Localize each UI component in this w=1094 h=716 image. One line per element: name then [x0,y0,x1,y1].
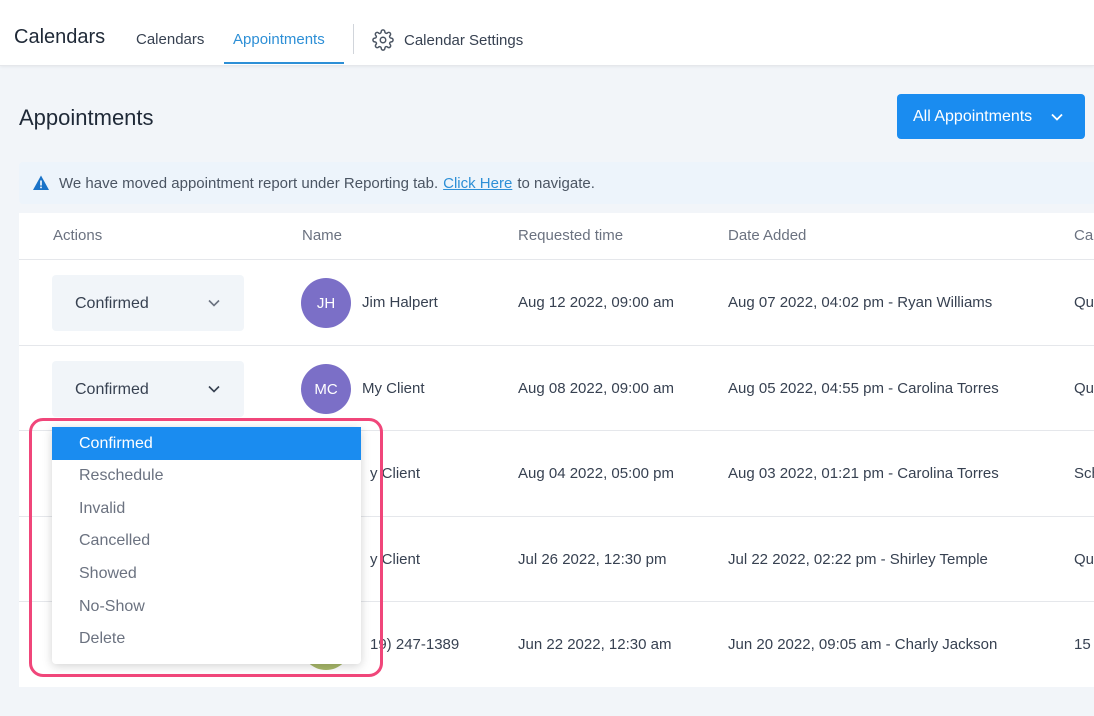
status-option-cancelled[interactable]: Cancelled [52,524,361,557]
requested-time: Aug 08 2022, 09:00 am [518,380,674,397]
date-added: Jul 22 2022, 02:22 pm - Shirley Temple [728,551,988,568]
banner-link[interactable]: Click Here [443,175,512,192]
banner-text-after: to navigate. [517,174,595,192]
info-banner: We have moved appointment report under R… [19,162,1094,204]
status-option-showed[interactable]: Showed [52,557,361,590]
calendar-name: 15 [1074,636,1091,653]
contact-name[interactable]: y Client [370,551,420,568]
top-navigation-bar: Calendars Calendars Appointments Calenda… [0,0,1094,66]
contact-name[interactable]: Jim Halpert [362,294,438,311]
status-option-invalid[interactable]: Invalid [52,492,361,525]
column-header-requested-time[interactable]: Requested time [518,227,623,244]
all-appointments-filter-button[interactable]: All Appointments [897,94,1085,139]
table-row: Confirmed MC My Client Aug 08 2022, 09:0… [19,345,1094,430]
avatar: JH [301,278,351,328]
column-header-name[interactable]: Name [302,227,342,244]
column-header-actions: Actions [53,227,103,244]
date-added: Aug 07 2022, 04:02 pm - Ryan Williams [728,294,993,311]
column-header-date-added[interactable]: Date Added [728,227,806,244]
tab-appointments[interactable]: Appointments [233,31,325,48]
avatar: MC [301,364,351,414]
column-header-calendar[interactable]: Cal [1074,227,1094,244]
banner-text: We have moved appointment report under R… [59,174,439,192]
table-row: Confirmed JH Jim Halpert Aug 12 2022, 09… [19,259,1094,344]
filter-button-label: All Appointments [913,107,1033,125]
warning-icon [33,175,49,190]
status-dropdown-menu: Confirmed Reschedule Invalid Cancelled S… [52,427,361,664]
date-added: Aug 03 2022, 01:21 pm - Carolina Torres [728,465,999,482]
requested-time: Aug 12 2022, 09:00 am [518,294,674,311]
nav-divider [353,24,354,54]
requested-time: Jun 22 2022, 12:30 am [518,636,672,653]
tab-calendars[interactable]: Calendars [136,31,204,48]
requested-time: Jul 26 2022, 12:30 pm [518,551,667,568]
requested-time: Aug 04 2022, 05:00 pm [518,465,674,482]
contact-name[interactable]: My Client [362,380,425,397]
status-option-confirmed[interactable]: Confirmed [52,427,361,460]
chevron-down-icon [208,299,220,307]
chevron-down-icon [1051,113,1063,121]
status-option-no-show[interactable]: No-Show [52,590,361,623]
calendar-name: Qu [1074,380,1094,397]
status-select[interactable]: Confirmed [52,275,244,331]
status-value: Confirmed [75,381,149,398]
chevron-down-icon [208,385,220,393]
calendar-name: Sch [1074,465,1094,482]
date-added: Aug 05 2022, 04:55 pm - Carolina Torres [728,380,999,397]
app-title: Calendars [14,26,106,48]
status-option-delete[interactable]: Delete [52,622,361,655]
date-added: Jun 20 2022, 09:05 am - Charly Jackson [728,636,998,653]
status-option-reschedule[interactable]: Reschedule [52,459,361,492]
calendar-name: Qu [1074,551,1094,568]
contact-name[interactable]: 19) 247-1389 [370,636,459,653]
settings-label: Calendar Settings [404,31,524,49]
calendar-name: Qu [1074,294,1094,311]
tab-calendar-settings[interactable]: Calendar Settings [372,29,523,51]
status-select[interactable]: Confirmed [52,361,244,417]
gear-icon [372,29,394,51]
status-value: Confirmed [75,295,149,312]
page-title: Appointments [19,105,154,130]
active-tab-indicator [224,62,344,64]
contact-name[interactable]: y Client [370,465,420,482]
